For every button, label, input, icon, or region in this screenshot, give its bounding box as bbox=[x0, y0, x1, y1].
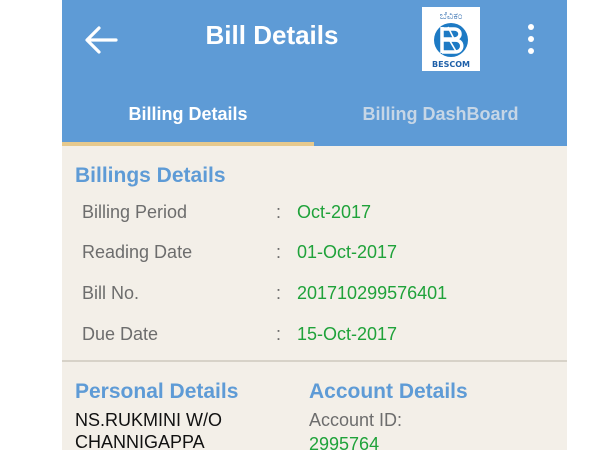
due-date-label: Due Date bbox=[82, 324, 159, 344]
billing-period-row: Billing Period : Oct-2017 bbox=[82, 202, 552, 232]
due-date-row: Due Date : 15-Oct-2017 bbox=[82, 324, 552, 354]
bill-no-value: 201710299576401 bbox=[297, 283, 448, 303]
reading-date-label: Reading Date bbox=[82, 242, 193, 262]
reading-date-row: Reading Date : 01-Oct-2017 bbox=[82, 242, 552, 272]
phone-screen: Bill Details ಬೆವಿಕಂ BESCOM Billing Detai… bbox=[62, 0, 567, 450]
app-bar: Bill Details ಬೆವಿಕಂ BESCOM Billing Detai… bbox=[62, 0, 567, 146]
bill-no-label: Bill No. bbox=[82, 283, 140, 303]
svg-text:BESCOM: BESCOM bbox=[432, 60, 470, 69]
billing-period-label: Billing Period bbox=[82, 202, 188, 222]
active-tab-indicator bbox=[62, 142, 314, 146]
billing-period-value: Oct-2017 bbox=[297, 202, 372, 222]
reading-date-value: 01-Oct-2017 bbox=[297, 242, 398, 262]
section-divider bbox=[62, 360, 567, 362]
due-date-value: 15-Oct-2017 bbox=[297, 324, 398, 344]
tab-billing-details[interactable]: Billing Details bbox=[62, 100, 314, 140]
billing-section-title: Billings Details bbox=[75, 164, 226, 187]
personal-section-title: Personal Details bbox=[75, 380, 239, 403]
bescom-logo: ಬೆವಿಕಂ BESCOM bbox=[422, 7, 480, 71]
more-vertical-icon[interactable] bbox=[518, 22, 544, 56]
bill-no-row: Bill No. : 201710299576401 bbox=[82, 283, 552, 313]
separator: : bbox=[276, 324, 282, 344]
svg-text:ಬೆವಿಕಂ: ಬೆವಿಕಂ bbox=[440, 11, 463, 22]
account-id-label: Account ID: bbox=[309, 410, 403, 430]
account-section-title: Account Details bbox=[309, 380, 468, 403]
page-title: Bill Details bbox=[205, 20, 339, 50]
customer-name-line2: CHANNIGAPPA bbox=[75, 432, 205, 450]
separator: : bbox=[276, 242, 282, 262]
separator: : bbox=[276, 202, 282, 222]
account-id-value: 2995764 bbox=[309, 434, 380, 450]
tab-billing-dashboard[interactable]: Billing DashBoard bbox=[314, 100, 567, 140]
separator: : bbox=[276, 283, 282, 303]
customer-name-line1: NS.RUKMINI W/O bbox=[75, 410, 222, 430]
